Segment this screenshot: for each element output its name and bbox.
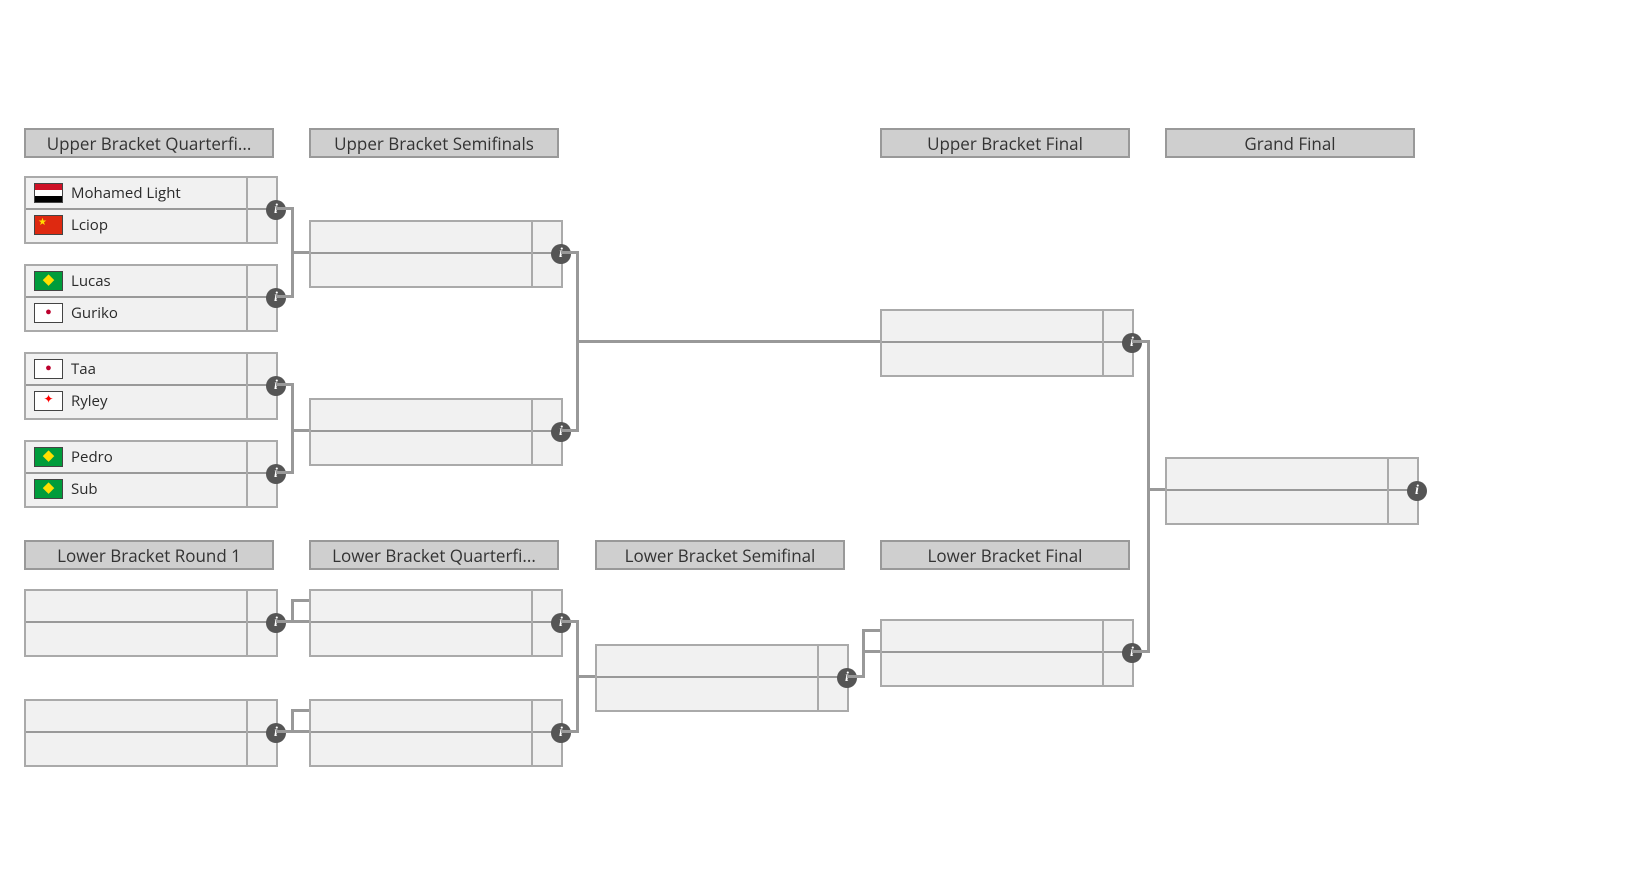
bracket-connector (291, 429, 309, 432)
tournament-bracket: { "headers": { "uqf": "Upper Bracket Qua… (0, 0, 1640, 882)
match-lqf-2[interactable]: i (309, 699, 563, 767)
team-row (26, 701, 276, 731)
match-uqf-2[interactable]: Lucas Guriko i (24, 264, 278, 332)
match-uqf-1[interactable]: Mohamed Light Lciop i (24, 176, 278, 244)
bracket-connector (291, 709, 294, 733)
info-icon[interactable]: i (266, 723, 286, 743)
match-usf-1[interactable]: i (309, 220, 563, 288)
team-row: Guriko (26, 296, 276, 328)
round-header-ubf: Upper Bracket Final (880, 128, 1130, 158)
team-row (882, 651, 1132, 683)
bracket-connector (1147, 488, 1150, 653)
flag-japan-icon (34, 359, 63, 379)
flag-japan-icon (34, 303, 63, 323)
match-lsf[interactable]: i (595, 644, 849, 712)
team-row (882, 621, 1132, 651)
flag-brazil-icon (34, 447, 63, 467)
team-row: Lucas (26, 266, 276, 296)
team-row (311, 621, 561, 653)
team-row (311, 222, 561, 252)
bracket-connector (291, 599, 294, 623)
team-row (311, 701, 561, 731)
team-name: Mohamed Light (71, 183, 181, 203)
match-lqf-1[interactable]: i (309, 589, 563, 657)
team-name: Guriko (71, 303, 118, 323)
bracket-connector (862, 650, 865, 678)
info-icon[interactable]: i (837, 668, 857, 688)
team-name: Taa (71, 359, 96, 379)
team-name: Pedro (71, 447, 113, 467)
team-row: ✦ Ryley (26, 384, 276, 416)
team-row (26, 591, 276, 621)
info-icon[interactable]: i (266, 288, 286, 308)
match-grand-final[interactable]: i (1165, 457, 1419, 525)
flag-brazil-icon (34, 479, 63, 499)
team-row (597, 646, 847, 676)
info-icon[interactable]: i (1407, 481, 1427, 501)
team-row (311, 252, 561, 284)
round-header-gf: Grand Final (1165, 128, 1415, 158)
flag-canada-icon: ✦ (34, 391, 63, 411)
bracket-connector (862, 629, 865, 653)
flag-brazil-icon (34, 271, 63, 291)
team-row (311, 430, 561, 462)
bracket-connector (1147, 340, 1150, 491)
round-header-lsf: Lower Bracket Semifinal (595, 540, 845, 570)
flag-china-icon (34, 215, 63, 235)
info-icon[interactable]: i (1122, 333, 1142, 353)
team-name: Sub (71, 479, 98, 499)
info-icon[interactable]: i (551, 244, 571, 264)
team-row (882, 311, 1132, 341)
bracket-connector (576, 675, 595, 678)
round-header-uqf: Upper Bracket Quarterfi... (24, 128, 274, 158)
info-icon[interactable]: i (266, 613, 286, 633)
team-row (1167, 489, 1417, 521)
team-row: Taa (26, 354, 276, 384)
match-usf-2[interactable]: i (309, 398, 563, 466)
match-uqf-4[interactable]: Pedro Sub i (24, 440, 278, 508)
team-row (26, 621, 276, 653)
team-row (597, 676, 847, 708)
round-header-lqf: Lower Bracket Quarterfi... (309, 540, 559, 570)
team-row (311, 591, 561, 621)
info-icon[interactable]: i (1122, 643, 1142, 663)
team-row (882, 341, 1132, 373)
info-icon[interactable]: i (551, 613, 571, 633)
match-uqf-3[interactable]: Taa ✦Ryley i (24, 352, 278, 420)
round-header-lbf: Lower Bracket Final (880, 540, 1130, 570)
flag-egypt-icon (34, 183, 63, 203)
team-name: Lucas (71, 271, 111, 291)
match-lr1-2[interactable]: i (24, 699, 278, 767)
team-row (26, 731, 276, 763)
round-header-lr1: Lower Bracket Round 1 (24, 540, 274, 570)
match-lbf[interactable]: i (880, 619, 1134, 687)
info-icon[interactable]: i (266, 464, 286, 484)
bracket-connector (291, 251, 309, 254)
info-icon[interactable]: i (551, 422, 571, 442)
match-lr1-1[interactable]: i (24, 589, 278, 657)
team-name: Ryley (71, 391, 108, 411)
info-icon[interactable]: i (266, 200, 286, 220)
match-ubf[interactable]: i (880, 309, 1134, 377)
bracket-connector (576, 340, 880, 343)
team-row: Mohamed Light (26, 178, 276, 208)
round-header-usf: Upper Bracket Semifinals (309, 128, 559, 158)
team-name: Lciop (71, 215, 108, 235)
team-row: Sub (26, 472, 276, 504)
info-icon[interactable]: i (551, 723, 571, 743)
team-row (1167, 459, 1417, 489)
team-row (311, 400, 561, 430)
team-row (311, 731, 561, 763)
team-row: Pedro (26, 442, 276, 472)
team-row: Lciop (26, 208, 276, 240)
info-icon[interactable]: i (266, 376, 286, 396)
